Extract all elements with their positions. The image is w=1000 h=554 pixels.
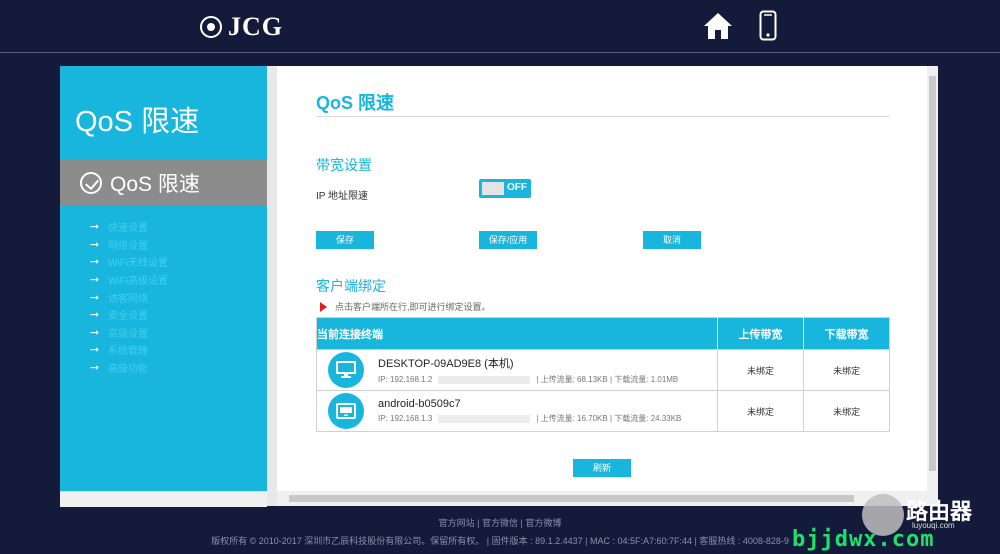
toggle-knob	[482, 182, 504, 195]
desktop-icon	[328, 352, 364, 388]
refresh-button[interactable]: 刷新	[573, 459, 631, 477]
client-hint-text: 点击客户端所在行,即可进行绑定设置。	[335, 302, 491, 312]
arrow-right-icon: ➞	[90, 291, 100, 304]
mobile-phone-icon[interactable]	[759, 10, 777, 41]
upload-traffic: 上传流量: 16.70KB	[540, 414, 608, 423]
device-details: IP: 192.168.1.3 | 上传流量: 16.70KB | 下载流量: …	[378, 414, 682, 423]
cancel-button[interactable]: 取消	[643, 231, 701, 249]
sidebar-menu: ➞ 快速设置 ➞ 网络设置 ➞ WiFi无线设置 ➞ WiFi高级设置 ➞ 访客网络 ➞ 安…	[90, 218, 168, 376]
table-row[interactable]: DESKTOP-09AD9E8 (本机) IP: 192.168.1.2 | 上…	[317, 349, 889, 390]
redacted-mac	[438, 375, 531, 384]
table-header: 当前连接终端 上传带宽 下载带宽	[317, 318, 889, 349]
sidebar: QoS 限速 QoS 限速 ➞ 快速设置 ➞ 网络设置 ➞ WiFi无线设置 ➞ WiF…	[60, 66, 267, 491]
arrow-right-icon: ➞	[90, 309, 100, 322]
title-divider	[316, 116, 890, 117]
device-ip: IP: 192.168.1.2	[378, 375, 433, 384]
client-hint: 点击客户端所在行,即可进行绑定设置。	[320, 300, 491, 313]
col-header-terminal: 当前连接终端	[317, 328, 383, 341]
download-traffic: 下载流量: 24.33KB	[614, 414, 682, 423]
device-info: DESKTOP-09AD9E8 (本机) IP: 192.168.1.2 | 上…	[378, 355, 678, 385]
col-header-upload: 上传带宽	[716, 318, 804, 349]
content-horizontal-scrollbar[interactable]	[277, 491, 938, 506]
upload-traffic: 上传流量: 68.13KB	[540, 375, 608, 384]
device-cell: DESKTOP-09AD9E8 (本机) IP: 192.168.1.2 | 上…	[317, 350, 717, 390]
download-bandwidth-cell: 未绑定	[803, 350, 889, 390]
jcg-logo: JCG	[200, 12, 283, 42]
sidebar-item-label: 系统管理	[108, 346, 148, 358]
sidebar-item[interactable]: ➞ 高级功能	[90, 359, 168, 377]
sidebar-item[interactable]: ➞ 网络设置	[90, 236, 168, 254]
sidebar-active-label: QoS 限速	[110, 173, 200, 196]
sidebar-item-label: 高级功能	[108, 364, 148, 376]
client-table: 当前连接终端 上传带宽 下载带宽 DESKTOP-09AD9E8 (本机) IP…	[316, 317, 890, 432]
download-traffic: 下载流量: 1.01MB	[614, 375, 679, 384]
watermark-domain-green: bjjdwx.com	[792, 527, 935, 552]
save-button[interactable]: 保存	[316, 231, 374, 249]
footer-link-website[interactable]: 官方网站	[439, 518, 475, 528]
table-row[interactable]: android-b0509c7 IP: 192.168.1.3 | 上传流量: …	[317, 390, 889, 431]
footer-link-wechat[interactable]: 官方微信	[482, 518, 518, 528]
device-info: android-b0509c7 IP: 192.168.1.3 | 上传流量: …	[378, 398, 681, 424]
top-bar: JCG	[0, 0, 1000, 53]
sidebar-item-qos[interactable]: QoS 限速	[60, 160, 267, 206]
arrow-right-icon: ➞	[90, 256, 100, 269]
device-ip: IP: 192.168.1.3	[378, 414, 433, 423]
content-panel: QoS 限速 带宽设置 IP 地址限速 OFF 保存 保存/应用 取消 客户端绑…	[277, 66, 927, 491]
sidebar-item-label: 安全设置	[108, 311, 148, 323]
sidebar-item-label: 访客网络	[108, 293, 148, 305]
ip-limit-toggle[interactable]: OFF	[479, 179, 531, 198]
device-name: android-b0509c7	[378, 398, 461, 410]
main-frame: QoS 限速 QoS 限速 ➞ 快速设置 ➞ 网络设置 ➞ WiFi无线设置 ➞ WiF…	[60, 66, 938, 507]
save-apply-button[interactable]: 保存/应用	[479, 231, 537, 249]
sidebar-item-label: 快速设置	[108, 223, 148, 235]
arrow-right-icon: ➞	[90, 238, 100, 251]
footer-link-weibo[interactable]: 官方微博	[525, 518, 561, 528]
scroll-thumb[interactable]	[929, 76, 936, 471]
col-header-download: 下载带宽	[803, 318, 889, 349]
arrow-right-icon: ➞	[90, 362, 100, 375]
red-triangle-icon	[320, 301, 327, 312]
watermark: 路由器 luyouqi.com bjjdwx.com	[792, 494, 1000, 554]
download-bandwidth-cell: 未绑定	[803, 391, 889, 431]
arrow-right-icon: ➞	[90, 326, 100, 339]
sidebar-item[interactable]: ➞ 快速设置	[90, 218, 168, 236]
content-vertical-scrollbar[interactable]	[927, 66, 938, 491]
bandwidth-section-title: 带宽设置	[316, 157, 372, 173]
device-cell: android-b0509c7 IP: 192.168.1.3 | 上传流量: …	[317, 391, 717, 431]
client-binding-section-title: 客户端绑定	[316, 278, 386, 294]
sidebar-item-label: WiFi无线设置	[108, 258, 168, 270]
sidebar-title: QoS 限速	[75, 106, 200, 138]
arrow-right-icon: ➞	[90, 221, 100, 234]
sidebar-item-label: 高级设置	[108, 328, 148, 340]
sidebar-item[interactable]: ➞ 系统管理	[90, 341, 168, 359]
sidebar-item[interactable]: ➞ 高级设置	[90, 324, 168, 342]
page-title: QoS 限速	[316, 93, 395, 113]
redacted-mac	[438, 414, 531, 423]
upload-bandwidth-cell: 未绑定	[716, 350, 804, 390]
sidebar-item[interactable]: ➞ 安全设置	[90, 306, 168, 324]
upload-bandwidth-cell: 未绑定	[716, 391, 804, 431]
sidebar-horizontal-scrollbar[interactable]	[60, 491, 267, 507]
device-details: IP: 192.168.1.2 | 上传流量: 68.13KB | 下载流量: …	[378, 375, 679, 384]
tablet-icon	[328, 393, 364, 429]
sidebar-item-label: 网络设置	[108, 240, 148, 252]
sidebar-item[interactable]: ➞ 访客网络	[90, 288, 168, 306]
arrow-right-icon: ➞	[90, 344, 100, 357]
arrow-right-icon: ➞	[90, 274, 100, 287]
qos-icon	[80, 172, 102, 194]
sidebar-item[interactable]: ➞ WiFi高级设置	[90, 271, 168, 289]
ip-limit-label: IP 地址限速	[316, 191, 369, 202]
device-name: DESKTOP-09AD9E8 (本机)	[378, 358, 514, 370]
toggle-state-label: OFF	[507, 182, 527, 193]
sidebar-item-label: WiFi高级设置	[108, 276, 168, 288]
logo-text: JCG	[228, 12, 283, 41]
jcg-logo-mark-icon	[200, 16, 222, 38]
home-icon[interactable]	[703, 12, 733, 40]
sidebar-item[interactable]: ➞ WiFi无线设置	[90, 253, 168, 271]
scroll-thumb[interactable]	[289, 495, 854, 502]
